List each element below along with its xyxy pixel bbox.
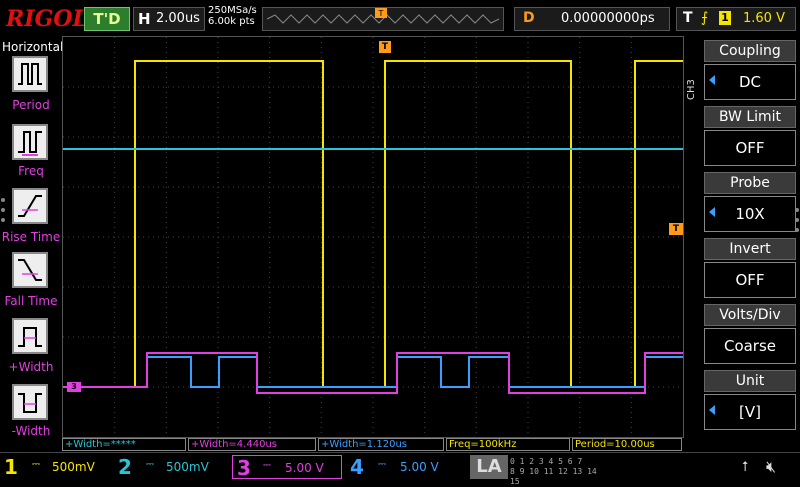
- invert-value[interactable]: OFF: [704, 262, 796, 298]
- memory-overview-strip[interactable]: T: [262, 7, 504, 31]
- trigger-level-value: 1.60 V: [743, 11, 785, 26]
- invert-menu[interactable]: Invert OFF: [704, 238, 796, 300]
- svg-text:T: T: [378, 9, 384, 18]
- bw-limit-value[interactable]: OFF: [704, 130, 796, 166]
- horizontal-timebase-box[interactable]: H 2.00us: [133, 7, 205, 31]
- rising-edge-icon: ⨍: [701, 10, 709, 26]
- logic-analyzer-button[interactable]: LA: [470, 455, 508, 479]
- volts-div-menu[interactable]: Volts/Div Coarse: [704, 304, 796, 366]
- memory-depth: 6.00k pts: [208, 16, 255, 27]
- channel-1-scale: 500mV: [52, 460, 95, 474]
- channel-2-number: 2: [118, 455, 132, 479]
- delay-label: D: [523, 10, 535, 26]
- measurement-ch2-width[interactable]: +Width=*****: [62, 438, 186, 451]
- channel-2-box[interactable]: 2 ⎓ 500mV: [118, 455, 224, 479]
- channel-1-number: 1: [4, 455, 18, 479]
- waveform-grid: [63, 37, 683, 437]
- ch3-offset-marker[interactable]: 3: [67, 382, 81, 392]
- trigger-level-marker[interactable]: T: [669, 223, 683, 235]
- measure-menu-title: Horizontal: [2, 40, 64, 54]
- volts-div-value[interactable]: Coarse: [704, 328, 796, 364]
- negative-width-icon: [12, 384, 48, 420]
- delay-box[interactable]: D 0.00000000ps: [514, 7, 670, 31]
- channel-3-box[interactable]: 3 ⎓ 5.00 V: [232, 455, 342, 480]
- bw-limit-menu[interactable]: BW Limit OFF: [704, 106, 796, 168]
- channel-4-scale: 5.00 V: [400, 460, 439, 474]
- trigger-label: T: [683, 10, 693, 26]
- measure-menu: Horizontal Period Freq Rise Time Fall Ti…: [0, 36, 64, 438]
- positive-width-icon: [12, 318, 48, 354]
- channel-1-box[interactable]: 1 ⎓ 500mV: [4, 455, 110, 479]
- measure-fall-time-label: Fall Time: [4, 294, 58, 308]
- la-bits-low: 0 1 2 3 4 5 6 7: [510, 457, 583, 466]
- channel-3-number: 3: [237, 456, 251, 480]
- timebase-value: 2.00us: [156, 11, 200, 26]
- measure-period-label: Period: [12, 98, 50, 112]
- speaker-muted-icon[interactable]: 🔇︎: [766, 457, 776, 477]
- dc-coupling-icon: ⎓: [263, 460, 271, 471]
- unit-value[interactable]: [V]: [704, 394, 796, 430]
- measurement-ch1-period[interactable]: Period=10.00us: [572, 438, 682, 451]
- coupling-menu[interactable]: Coupling DC: [704, 40, 796, 102]
- measurement-bar: +Width=***** +Width=4.440us +Width=1.120…: [62, 438, 684, 452]
- bw-limit-title: BW Limit: [704, 106, 796, 128]
- measure-negative-width-label: -Width: [11, 424, 51, 438]
- delay-value: 0.00000000ps: [561, 11, 655, 26]
- waveform-display[interactable]: T 3 T: [62, 36, 684, 438]
- right-menu-page-dots: [795, 208, 799, 232]
- measurement-ch3-width[interactable]: +Width=4.440us: [188, 438, 316, 451]
- invert-title: Invert: [704, 238, 796, 260]
- channel-2-scale: 500mV: [166, 460, 209, 474]
- frequency-icon: [12, 124, 48, 160]
- probe-selector-icon: [709, 207, 715, 217]
- coupling-value[interactable]: DC: [704, 64, 796, 100]
- probe-title: Probe: [704, 172, 796, 194]
- measurement-ch1-freq[interactable]: Freq=100kHz: [446, 438, 570, 451]
- channel-4-number: 4: [350, 455, 364, 479]
- menu-page-dots: [1, 198, 5, 222]
- channel-4-box[interactable]: 4 ⎓ 5.00 V: [350, 455, 460, 479]
- unit-selector-icon: [709, 405, 715, 415]
- probe-value[interactable]: 10X: [704, 196, 796, 232]
- coupling-title: Coupling: [704, 40, 796, 62]
- unit-menu[interactable]: Unit [V]: [704, 370, 796, 432]
- period-icon: [12, 56, 48, 92]
- measure-rise-time-label: Rise Time: [1, 230, 61, 244]
- channel-bar: 1 ⎓ 500mV 2 ⎓ 500mV 3 ⎓ 5.00 V 4 ⎓ 5.00 …: [0, 452, 800, 486]
- top-bar: RIGOL T'D H 2.00us 250MSa/s 6.00k pts T …: [0, 0, 800, 36]
- trigger-position-marker[interactable]: T: [379, 41, 391, 53]
- dc-coupling-icon: ⎓: [378, 459, 386, 470]
- ch1-waveform: [63, 60, 683, 388]
- measure-freq-label: Freq: [18, 164, 44, 178]
- trigger-status-badge[interactable]: T'D: [84, 7, 130, 31]
- logic-analyzer-bits: 0 1 2 3 4 5 6 7 8 9 10 11 12 13 14 15: [510, 457, 602, 486]
- trigger-box[interactable]: T ⨍ 1 1.60 V: [676, 7, 796, 31]
- sample-rate: 250MSa/s: [208, 5, 257, 16]
- dc-coupling-icon: ⎓: [146, 459, 154, 470]
- coupling-selector-icon: [709, 75, 715, 85]
- rise-time-icon: [12, 188, 48, 224]
- la-bits-high: 8 9 10 11 12 13 14 15: [510, 467, 597, 486]
- horizontal-label: H: [138, 10, 151, 28]
- channel-tab: CH3: [686, 79, 697, 100]
- channel-3-scale: 5.00 V: [285, 461, 324, 475]
- probe-menu[interactable]: Probe 10X: [704, 172, 796, 234]
- memory-overview-waveform: T: [266, 8, 500, 24]
- rigol-logo: RIGOL: [6, 6, 88, 32]
- dc-coupling-icon: ⎓: [32, 459, 40, 470]
- acquisition-info: 250MSa/s 6.00k pts: [208, 5, 257, 27]
- measurement-ch4-width[interactable]: +Width=1.120us: [318, 438, 444, 451]
- usb-icon: ⭡: [742, 459, 749, 475]
- trigger-source-badge: 1: [719, 11, 731, 25]
- volts-div-title: Volts/Div: [704, 304, 796, 326]
- unit-title: Unit: [704, 370, 796, 392]
- fall-time-icon: [12, 252, 48, 288]
- measure-positive-width-label: +Width: [8, 360, 54, 374]
